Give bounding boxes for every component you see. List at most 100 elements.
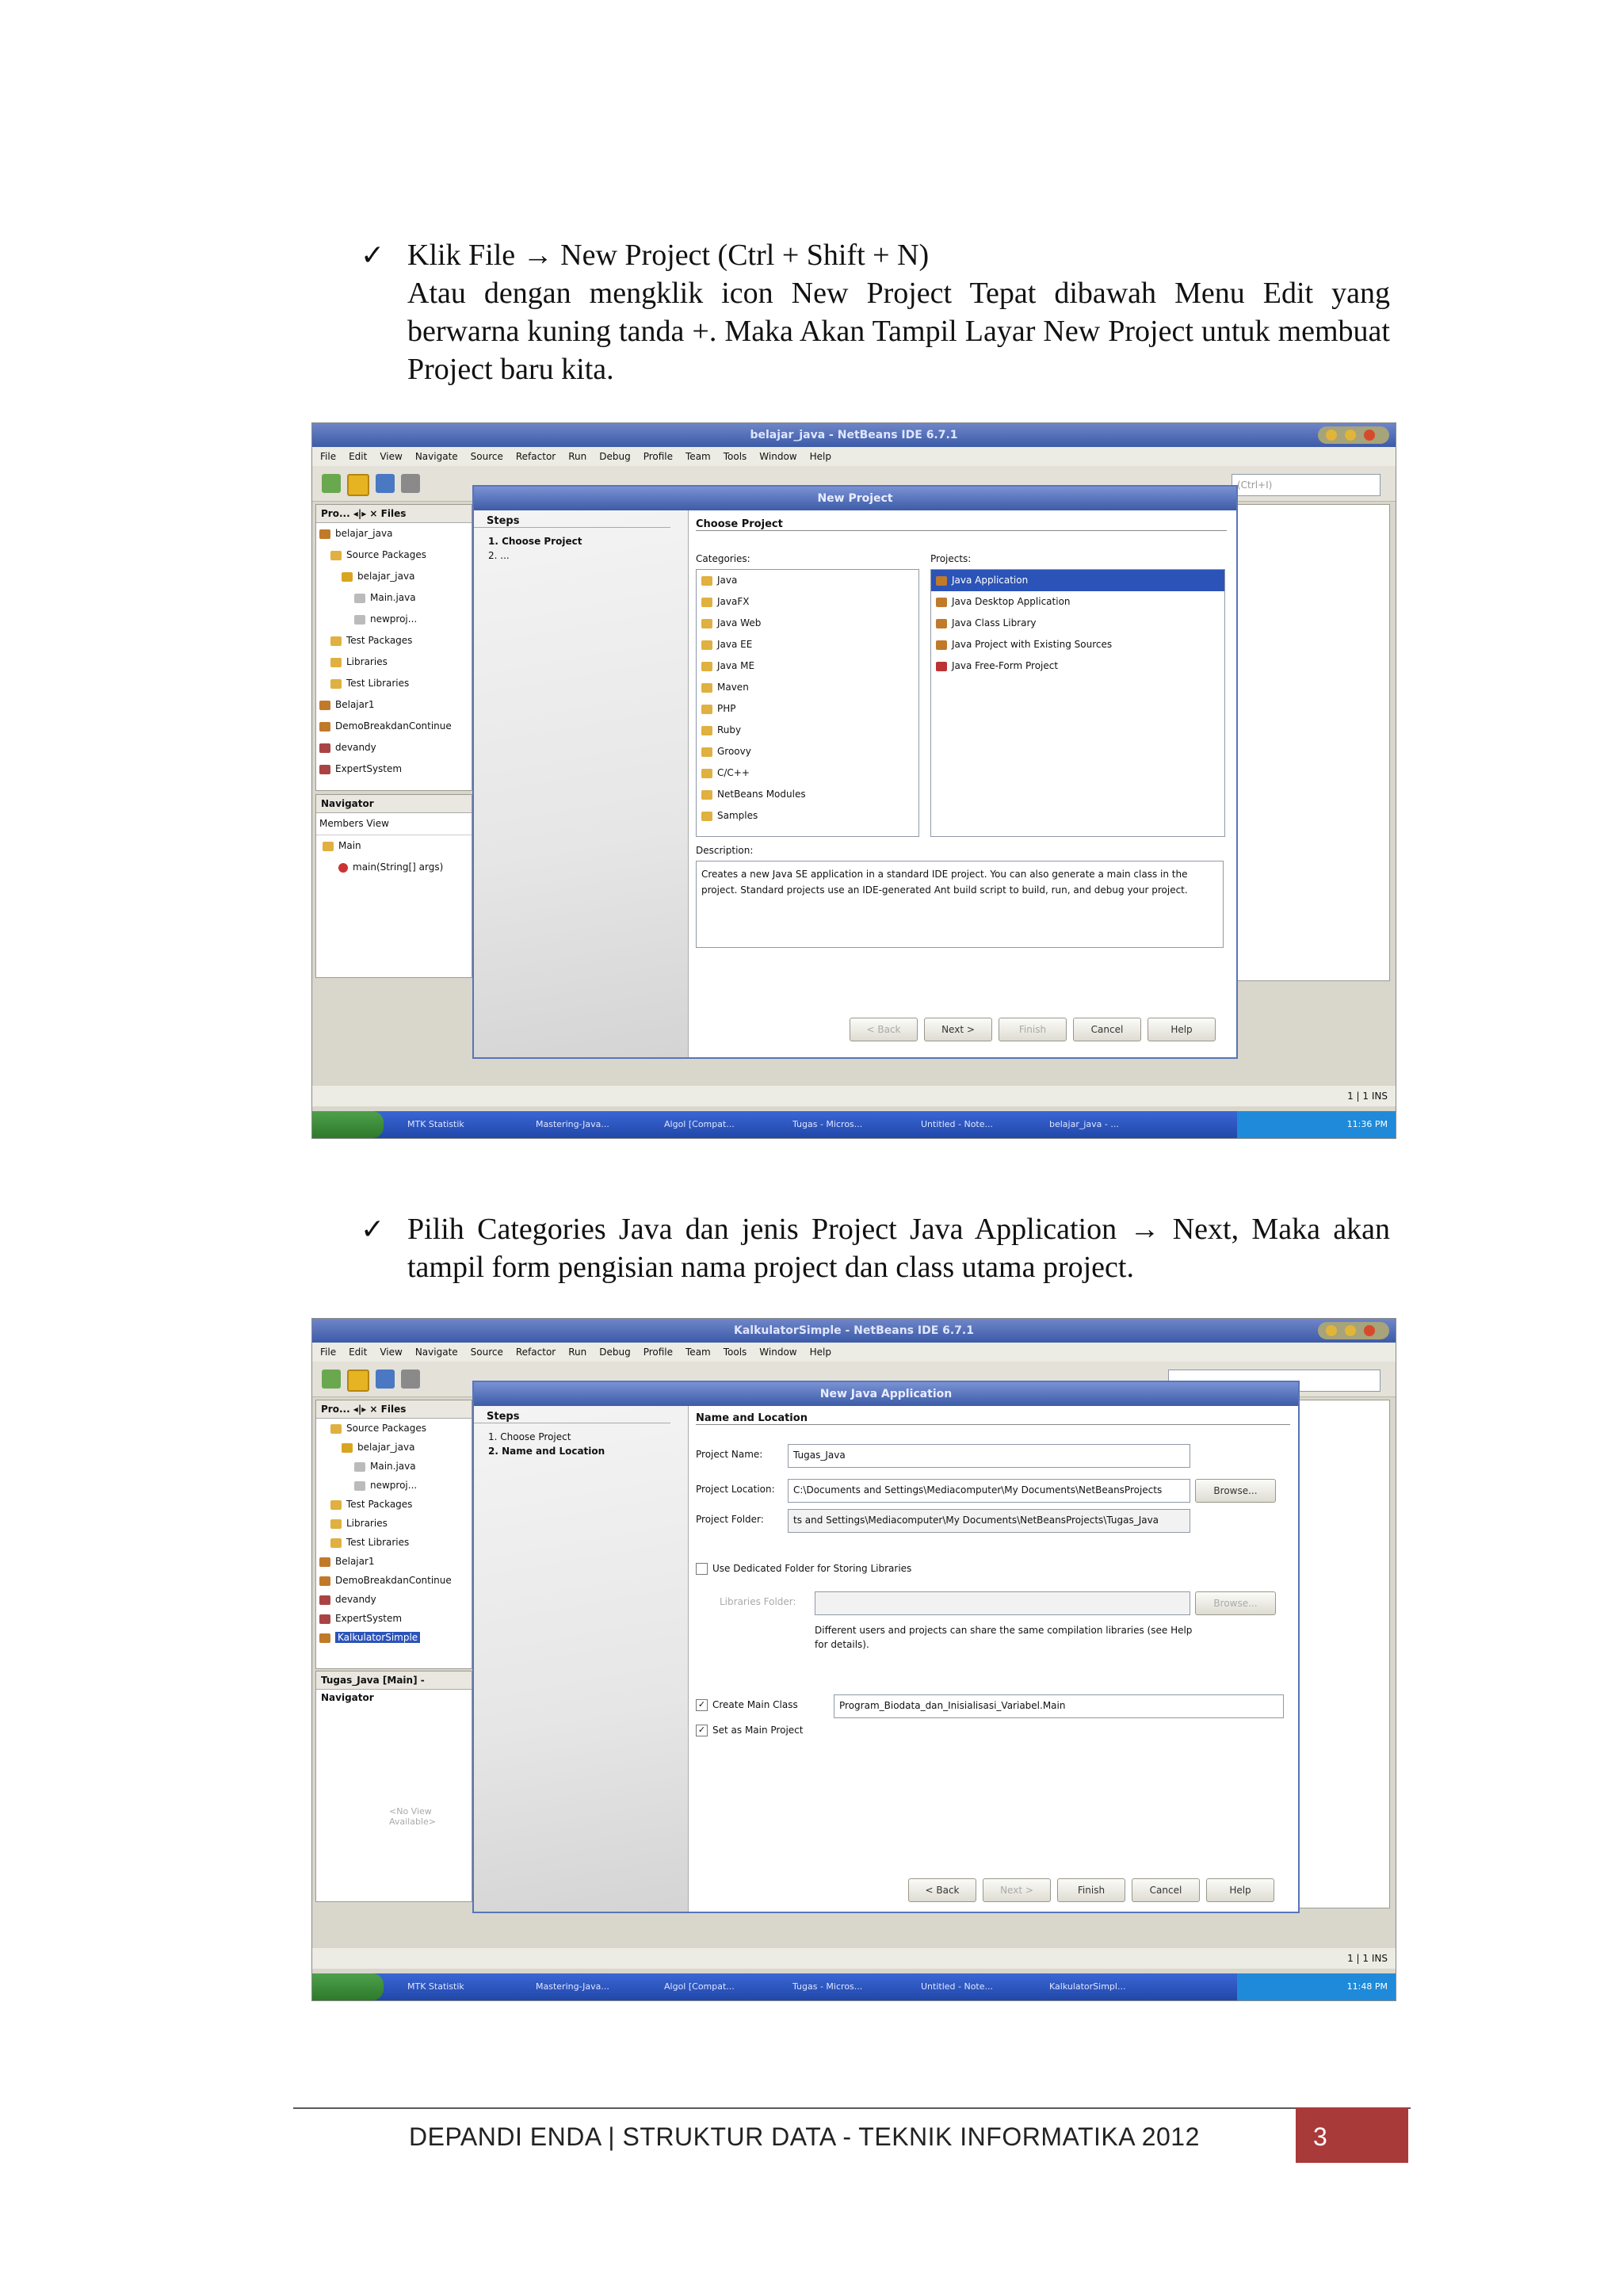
browse-libraries-button[interactable]: Browse... — [1195, 1591, 1276, 1615]
set-main-project-checkbox[interactable]: ✓ Set as Main Project — [696, 1725, 803, 1736]
project-name-input[interactable]: Tugas_Java — [788, 1444, 1190, 1468]
save-all-icon[interactable] — [401, 1370, 420, 1389]
open-project-icon[interactable] — [376, 474, 395, 493]
tree-item[interactable]: main(String[] args) — [316, 857, 472, 878]
start-button[interactable] — [312, 1973, 384, 2000]
menu-help[interactable]: Help — [810, 1347, 831, 1358]
taskbar-item[interactable]: belajar_java - ... — [1049, 1115, 1168, 1134]
list-item[interactable]: Java — [697, 570, 918, 591]
cancel-button[interactable]: Cancel — [1132, 1878, 1200, 1902]
finish-button[interactable]: Finish — [1057, 1878, 1125, 1902]
menu-help[interactable]: Help — [810, 451, 831, 462]
list-item[interactable]: NetBeans Modules — [697, 784, 918, 805]
taskbar-item[interactable]: Tugas - Micros... — [792, 1115, 911, 1134]
categories-list[interactable]: Java JavaFX Java Web Java EE Java ME Mav… — [696, 569, 919, 837]
tree-item[interactable]: belajar_java — [319, 566, 472, 587]
taskbar-item[interactable]: Tugas - Micros... — [792, 1977, 911, 1996]
taskbar-item[interactable]: Untitled - Note... — [921, 1115, 1040, 1134]
search-box[interactable]: (Ctrl+I) — [1232, 474, 1381, 496]
tree-item[interactable]: devandy — [319, 1590, 472, 1609]
tree-item[interactable]: Libraries — [319, 651, 472, 673]
menu-view[interactable]: View — [380, 1347, 402, 1358]
menu-tools[interactable]: Tools — [724, 451, 747, 462]
start-button[interactable] — [312, 1111, 384, 1138]
next-button[interactable]: Next > — [924, 1018, 992, 1041]
taskbar-item[interactable]: Algol [Compat... — [664, 1115, 783, 1134]
menu-debug[interactable]: Debug — [599, 451, 630, 462]
menu-edit[interactable]: Edit — [349, 1347, 367, 1358]
menu-file[interactable]: File — [320, 1347, 336, 1358]
projects-tabs[interactable]: Pro... ◂|▸ × Files — [316, 505, 472, 523]
libraries-folder-input[interactable] — [815, 1591, 1190, 1615]
list-item[interactable]: Java ME — [697, 655, 918, 677]
tree-item[interactable]: Belajar1 — [319, 1552, 472, 1571]
list-item[interactable]: Groovy — [697, 741, 918, 762]
list-item[interactable]: Java Free-Form Project — [931, 655, 1224, 677]
close-icon[interactable] — [1364, 430, 1375, 441]
tree-item[interactable]: Source Packages — [319, 544, 472, 566]
list-item[interactable]: Java Project with Existing Sources — [931, 634, 1224, 655]
menu-navigate[interactable]: Navigate — [415, 451, 458, 462]
menu-view[interactable]: View — [380, 451, 402, 462]
open-project-icon[interactable] — [376, 1370, 395, 1389]
help-button[interactable]: Help — [1206, 1878, 1274, 1902]
back-button[interactable]: < Back — [850, 1018, 918, 1041]
tree-item[interactable]: Test Libraries — [319, 673, 472, 694]
tree-item[interactable]: Belajar1 — [319, 694, 472, 716]
menu-refactor[interactable]: Refactor — [516, 451, 556, 462]
new-project-icon[interactable] — [347, 1370, 369, 1392]
list-item[interactable]: Ruby — [697, 720, 918, 741]
new-file-icon[interactable] — [322, 1370, 341, 1389]
main-class-input[interactable]: Program_Biodata_dan_Inisialisasi_Variabe… — [834, 1694, 1284, 1718]
minimize-icon[interactable] — [1326, 430, 1337, 441]
back-button[interactable]: < Back — [908, 1878, 976, 1902]
close-icon[interactable] — [1364, 1325, 1375, 1336]
cancel-button[interactable]: Cancel — [1073, 1018, 1141, 1041]
menu-team[interactable]: Team — [685, 1347, 711, 1358]
next-button[interactable]: Next > — [983, 1878, 1051, 1902]
tree-item[interactable]: DemoBreakdanContinue — [319, 1571, 472, 1590]
tree-item[interactable]: KalkulatorSimple — [319, 1628, 472, 1647]
maximize-icon[interactable] — [1345, 430, 1356, 441]
tree-item[interactable]: ExpertSystem — [319, 758, 472, 780]
menu-window[interactable]: Window — [759, 451, 796, 462]
new-project-icon[interactable] — [347, 474, 369, 496]
menu-refactor[interactable]: Refactor — [516, 1347, 556, 1358]
tree-item[interactable]: belajar_java — [319, 1438, 472, 1457]
list-item[interactable]: PHP — [697, 698, 918, 720]
menu-profile[interactable]: Profile — [643, 1347, 673, 1358]
projects-tabs[interactable]: Pro... ◂|▸ × Files — [316, 1400, 472, 1419]
menu-run[interactable]: Run — [568, 451, 586, 462]
project-location-input[interactable]: C:\Documents and Settings\Mediacomputer\… — [788, 1479, 1190, 1503]
tree-item[interactable]: belajar_java — [319, 523, 472, 544]
menu-source[interactable]: Source — [471, 451, 503, 462]
maximize-icon[interactable] — [1345, 1325, 1356, 1336]
tree-item[interactable]: devandy — [319, 737, 472, 758]
new-file-icon[interactable] — [322, 474, 341, 493]
tree-item[interactable]: Libraries — [319, 1514, 472, 1533]
list-item[interactable]: Samples — [697, 805, 918, 827]
list-item[interactable]: C/C++ — [697, 762, 918, 784]
menu-source[interactable]: Source — [471, 1347, 503, 1358]
list-item[interactable]: Java Class Library — [931, 613, 1224, 634]
list-item[interactable]: Java Application — [931, 570, 1224, 591]
tree-item[interactable]: newproj... — [319, 609, 472, 630]
save-all-icon[interactable] — [401, 474, 420, 493]
members-view-select[interactable]: Members View — [316, 813, 472, 835]
tree-item[interactable]: DemoBreakdanContinue — [319, 716, 472, 737]
tree-item[interactable]: Source Packages — [319, 1419, 472, 1438]
taskbar-item[interactable]: Algol [Compat... — [664, 1977, 783, 1996]
list-item[interactable]: Java EE — [697, 634, 918, 655]
list-item[interactable]: Maven — [697, 677, 918, 698]
menu-navigate[interactable]: Navigate — [415, 1347, 458, 1358]
taskbar-item[interactable]: MTK Statistik — [407, 1977, 526, 1996]
menu-window[interactable]: Window — [759, 1347, 796, 1358]
project-folder-input[interactable]: ts and Settings\Mediacomputer\My Documen… — [788, 1509, 1190, 1533]
dedicated-folder-checkbox[interactable]: Use Dedicated Folder for Storing Librari… — [696, 1563, 911, 1575]
tree-item[interactable]: Main.java — [319, 1457, 472, 1476]
tree-item[interactable]: Main — [316, 835, 472, 857]
tree-item[interactable]: Test Libraries — [319, 1533, 472, 1552]
menu-tools[interactable]: Tools — [724, 1347, 747, 1358]
taskbar-item[interactable]: Mastering-Java... — [536, 1115, 655, 1134]
list-item[interactable]: Java Web — [697, 613, 918, 634]
